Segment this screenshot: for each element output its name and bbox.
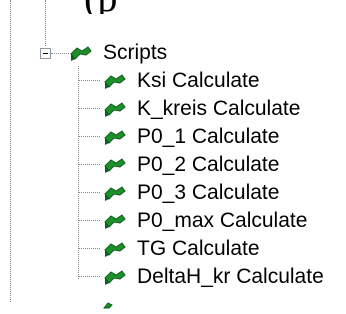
tree-node-label: P0_1 Calculate — [137, 125, 280, 148]
script-icon — [102, 99, 127, 119]
script-icon — [102, 267, 127, 287]
tree-node-label: TG Calculate — [137, 237, 260, 260]
script-icon — [102, 155, 127, 175]
tree-node-p0-3-calculate[interactable]: P0_3 Calculate — [102, 178, 279, 208]
tree-guide-root — [45, 0, 46, 46]
script-icon — [102, 127, 127, 147]
tree-guide-root-branch — [51, 53, 69, 54]
tree-node-scripts[interactable]: Scripts — [68, 38, 167, 68]
tree-node-ksi-calculate[interactable]: Ksi Calculate — [102, 66, 260, 96]
tree-guide-branch-2 — [79, 108, 100, 109]
tree-node-label: K_kreis Calculate — [137, 97, 301, 120]
script-icon — [102, 183, 127, 203]
tree-node-p0-max-calculate[interactable]: P0_max Calculate — [102, 206, 307, 236]
tree-node-label: Scripts — [103, 41, 168, 64]
tree-node-k-kreis-calculate[interactable]: K_kreis Calculate — [102, 94, 300, 124]
tree-guide-branch-8 — [79, 276, 100, 277]
tree-guide-branch-6 — [79, 220, 100, 221]
tree-node-p0-2-calculate[interactable]: P0_2 Calculate — [102, 150, 279, 180]
script-icon — [102, 211, 127, 231]
script-icon — [68, 43, 93, 63]
script-icon — [102, 71, 127, 91]
script-icon — [102, 239, 127, 259]
collapse-expander-icon[interactable] — [40, 48, 51, 59]
tree-node-tg-calculate[interactable]: TG Calculate — [102, 234, 260, 264]
tree-guide-branch-3 — [79, 136, 100, 137]
tree-node-label: Ksi Calculate — [137, 69, 260, 92]
tree-node-p0-1-calculate[interactable]: P0_1 Calculate — [102, 122, 279, 152]
tree-node-label: DeltaH_kr Calculate — [137, 265, 324, 288]
tree-guide-branch-7 — [79, 248, 100, 249]
tree-node-label: P0_3 Calculate — [137, 181, 280, 204]
tree-guide-branch-4 — [79, 164, 100, 165]
scripts-tree: Scripts Ksi Calculate K_kreis Calculate — [0, 0, 346, 309]
partial-script-icon — [102, 296, 113, 309]
tree-node-label: P0_max Calculate — [137, 209, 308, 232]
tree-node-deltah-kr-calculate[interactable]: DeltaH_kr Calculate — [102, 262, 324, 292]
tree-guide-branch-1 — [79, 80, 100, 81]
tree-node-label: P0_2 Calculate — [137, 153, 280, 176]
tree-guide-left — [10, 0, 11, 302]
tree-guide-branch-5 — [79, 192, 100, 193]
